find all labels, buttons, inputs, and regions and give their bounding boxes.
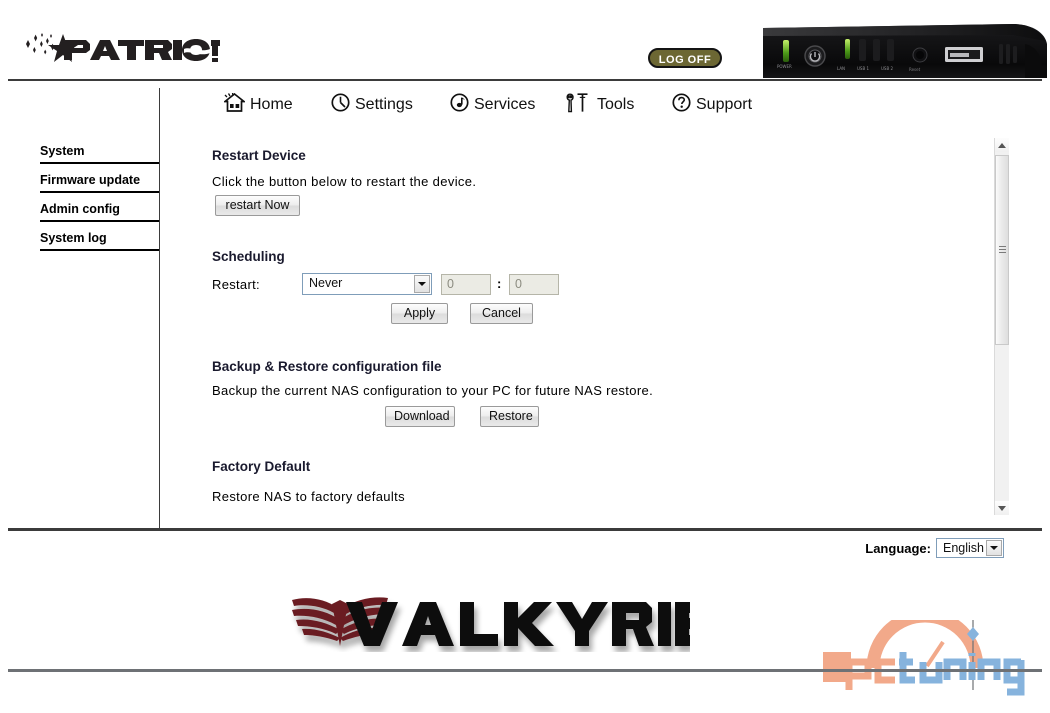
scroll-up-arrow[interactable] — [995, 138, 1009, 152]
clock-icon — [331, 93, 350, 117]
nav-label-services: Services — [474, 96, 536, 113]
nav-label-tools: Tools — [597, 96, 635, 113]
question-icon — [672, 93, 691, 117]
tools-icon — [566, 92, 592, 118]
nav-label-settings: Settings — [355, 96, 413, 113]
schedule-minute-input[interactable]: 0 — [509, 274, 559, 295]
factory-default-description: Restore NAS to factory defaults — [212, 489, 405, 504]
language-chevron-down-icon[interactable] — [986, 540, 1002, 556]
content-panel: Restart Device Click the button below to… — [160, 131, 1050, 513]
backup-restore-description: Backup the current NAS configuration to … — [212, 383, 654, 398]
home-icon — [222, 92, 247, 117]
sidebar-item-system[interactable]: System — [40, 144, 160, 164]
music-icon — [450, 93, 469, 117]
time-separator: : — [497, 276, 502, 291]
scrollbar-thumb[interactable] — [995, 155, 1009, 345]
device-label-power: POWER — [777, 64, 792, 69]
section-title-restart-device: Restart Device — [212, 148, 306, 163]
sidebar-item-admin-config[interactable]: Admin config — [40, 202, 160, 222]
patriot-logo — [20, 30, 220, 66]
content-scrollbar[interactable] — [994, 138, 1009, 515]
chevron-down-icon[interactable] — [414, 275, 430, 293]
sidebar: System Firmware update Admin config Syst… — [0, 88, 160, 529]
language-label: Language: — [865, 540, 931, 556]
restart-device-description: Click the button below to restart the de… — [212, 174, 477, 189]
main-navigation: Home Settings Services Tools Support — [160, 88, 1050, 128]
apply-button[interactable]: Apply — [391, 303, 448, 324]
nav-item-services[interactable]: Services — [450, 88, 535, 122]
sidebar-item-firmware-update[interactable]: Firmware update — [40, 173, 160, 193]
device-label-usb2: USB 2 — [881, 66, 893, 71]
device-label-usb1: USB 1 — [857, 66, 869, 71]
section-title-factory-default: Factory Default — [212, 459, 311, 474]
scrollbar-grip-icon — [999, 246, 1006, 254]
restore-button[interactable]: Restore — [480, 406, 539, 427]
nas-device-photo: POWER LAN USB 1 USB 2 Reset — [763, 22, 1050, 78]
language-value: English — [943, 541, 984, 555]
section-title-backup-restore: Backup & Restore configuration file — [212, 359, 442, 374]
language-selector-bar: Language: English — [865, 538, 1004, 558]
section-title-scheduling: Scheduling — [212, 249, 285, 264]
logoff-button[interactable]: LOG OFF — [648, 48, 722, 68]
nav-item-settings[interactable]: Settings — [331, 88, 413, 122]
nav-item-tools[interactable]: Tools — [566, 88, 634, 122]
schedule-hour-input[interactable]: 0 — [441, 274, 491, 295]
valkyrie-logo — [290, 580, 690, 652]
nav-item-support[interactable]: Support — [672, 88, 752, 122]
language-select[interactable]: English — [936, 538, 1004, 558]
content-bottom-divider — [8, 528, 1042, 531]
sidebar-item-system-log[interactable]: System log — [40, 231, 160, 251]
header-divider — [8, 79, 1042, 81]
pctuning-watermark — [815, 609, 1045, 710]
footer-divider — [8, 669, 1042, 672]
page-header: LOG OFF POWER LAN USB 1 USB 2 Reset — [0, 0, 1050, 81]
restart-schedule-select[interactable]: Never — [302, 273, 432, 295]
device-label-reset: Reset — [909, 67, 921, 72]
scroll-down-arrow[interactable] — [995, 501, 1009, 515]
nav-item-home[interactable]: Home — [222, 88, 293, 122]
restart-schedule-label: Restart: — [212, 277, 260, 292]
restart-schedule-value: Never — [309, 276, 343, 290]
nav-label-support: Support — [696, 96, 753, 113]
download-button[interactable]: Download — [385, 406, 455, 427]
restart-now-button[interactable]: restart Now — [215, 195, 300, 216]
device-label-lan: LAN — [837, 66, 845, 71]
cancel-button[interactable]: Cancel — [470, 303, 533, 324]
nav-label-home: Home — [250, 96, 293, 113]
